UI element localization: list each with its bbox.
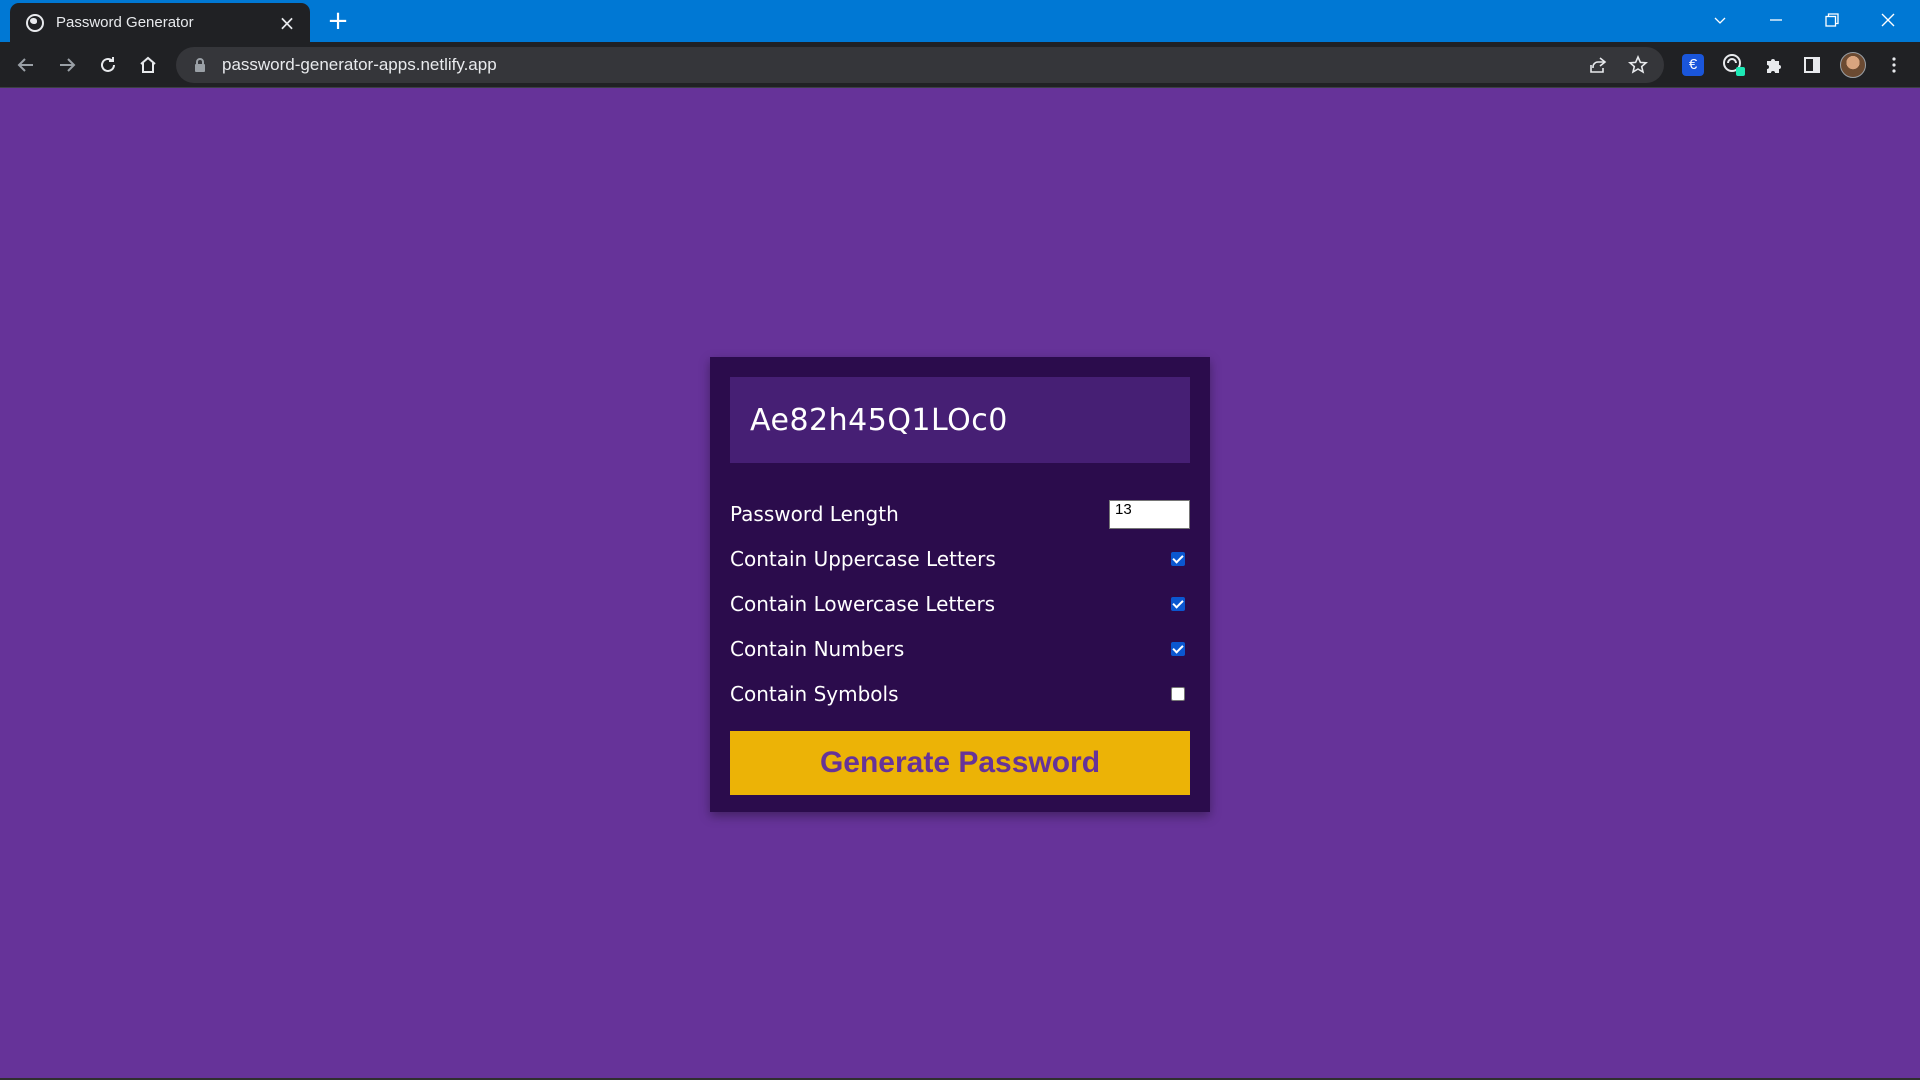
numbers-checkbox[interactable] bbox=[1171, 642, 1185, 656]
password-length-label: Password Length bbox=[730, 502, 899, 526]
page-content: Ae82h45Q1LOc0 Password Length 13 Contain… bbox=[0, 88, 1920, 1080]
password-result[interactable]: Ae82h45Q1LOc0 bbox=[730, 377, 1190, 463]
restore-icon[interactable] bbox=[1804, 0, 1860, 40]
uppercase-checkbox[interactable] bbox=[1171, 552, 1185, 566]
minimize-icon[interactable] bbox=[1748, 0, 1804, 40]
plus-icon[interactable]: + bbox=[325, 8, 351, 34]
password-length-input[interactable]: 13 bbox=[1109, 499, 1190, 529]
kebab-menu-icon[interactable] bbox=[1880, 51, 1908, 79]
reload-icon[interactable] bbox=[94, 51, 122, 79]
browser-titlebar: Password Generator × + bbox=[0, 0, 1920, 42]
arrow-left-icon[interactable] bbox=[12, 51, 40, 79]
tab-search-icon[interactable] bbox=[1692, 0, 1748, 40]
share-icon[interactable] bbox=[1584, 51, 1612, 79]
lock-icon[interactable] bbox=[190, 55, 210, 75]
setting-password-length: Password Length 13 bbox=[730, 499, 1190, 529]
symbols-checkbox[interactable] bbox=[1171, 687, 1185, 701]
globe-icon bbox=[26, 13, 44, 32]
symbols-label: Contain Symbols bbox=[730, 682, 899, 706]
generate-password-button[interactable]: Generate Password bbox=[730, 731, 1190, 795]
browser-toolbar: password-generator-apps.netlify.app € bbox=[0, 42, 1920, 88]
avatar[interactable] bbox=[1840, 52, 1866, 78]
home-icon[interactable] bbox=[134, 51, 162, 79]
password-generator-card: Ae82h45Q1LOc0 Password Length 13 Contain… bbox=[710, 357, 1210, 812]
lowercase-checkbox[interactable] bbox=[1171, 597, 1185, 611]
address-bar[interactable]: password-generator-apps.netlify.app bbox=[176, 47, 1664, 83]
setting-uppercase: Contain Uppercase Letters bbox=[730, 544, 1190, 574]
lowercase-label: Contain Lowercase Letters bbox=[730, 592, 996, 616]
setting-lowercase: Contain Lowercase Letters bbox=[730, 589, 1190, 619]
close-icon[interactable]: × bbox=[278, 13, 296, 33]
puzzle-icon[interactable] bbox=[1759, 51, 1787, 79]
color-picker-icon[interactable] bbox=[1720, 51, 1748, 79]
url-text[interactable]: password-generator-apps.netlify.app bbox=[222, 55, 1664, 75]
tab-title: Password Generator bbox=[56, 14, 194, 31]
close-window-icon[interactable] bbox=[1860, 0, 1916, 40]
arrow-right-icon[interactable] bbox=[53, 51, 81, 79]
numbers-label: Contain Numbers bbox=[730, 637, 905, 661]
browser-tab[interactable]: Password Generator × bbox=[10, 3, 310, 42]
setting-numbers: Contain Numbers bbox=[730, 634, 1190, 664]
side-panel-icon[interactable] bbox=[1798, 51, 1826, 79]
uppercase-label: Contain Uppercase Letters bbox=[730, 547, 996, 571]
star-icon[interactable] bbox=[1624, 51, 1652, 79]
euro-icon[interactable]: € bbox=[1682, 54, 1704, 76]
setting-symbols: Contain Symbols bbox=[730, 679, 1190, 709]
